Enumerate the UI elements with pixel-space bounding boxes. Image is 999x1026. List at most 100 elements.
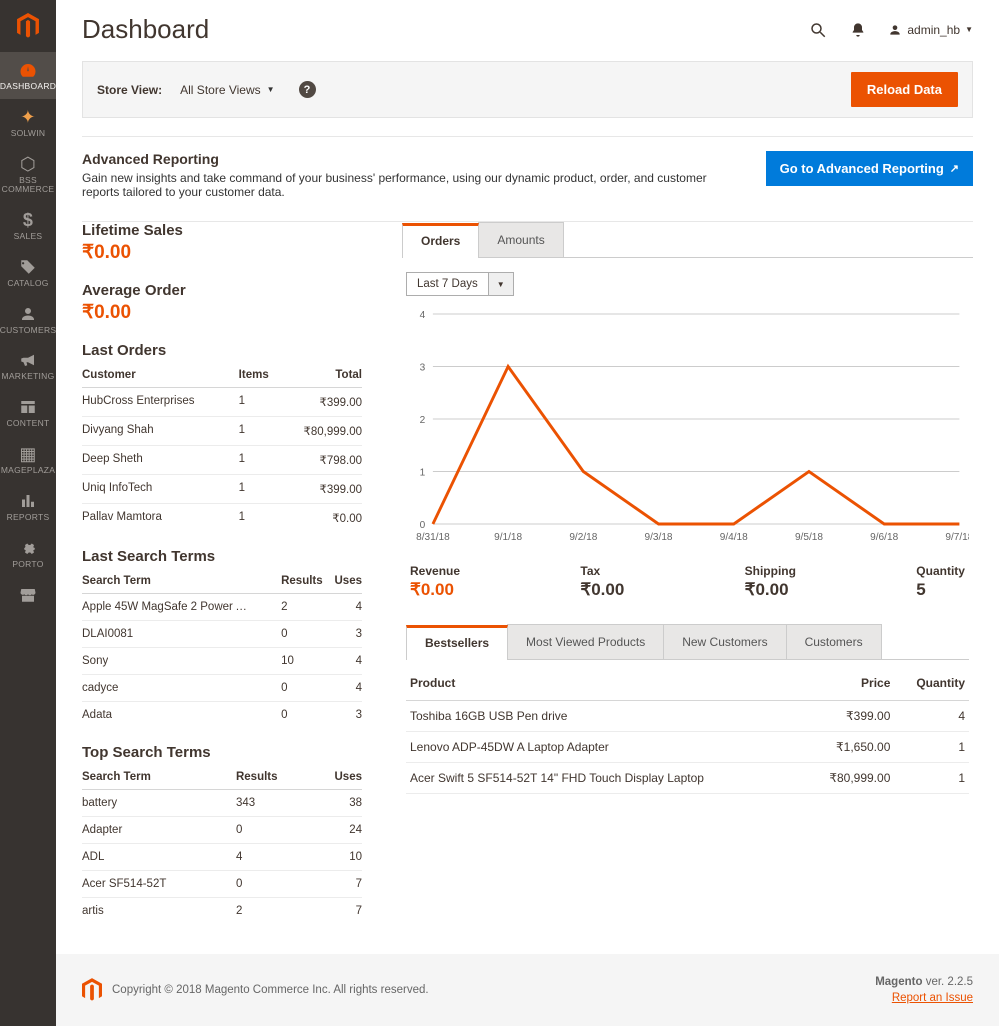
last-orders-title: Last Orders	[82, 342, 362, 359]
bell-icon[interactable]	[848, 20, 868, 40]
sidebar-item-marketing[interactable]: MARKETING	[0, 342, 56, 389]
tab-customers[interactable]: Customers	[786, 624, 882, 659]
sidebar-item-label: DASHBOARD	[0, 82, 56, 91]
table-row[interactable]: Adapter024	[82, 817, 362, 844]
puzzle-icon: ▦	[19, 445, 36, 463]
col-term: Search Term	[82, 765, 236, 790]
svg-text:8/31/18: 8/31/18	[416, 532, 450, 543]
svg-text:9/7/18: 9/7/18	[945, 532, 969, 543]
report-issue-link[interactable]: Report an Issue	[892, 992, 973, 1004]
metric-tax-value: ₹0.00	[580, 580, 624, 600]
gear-icon	[19, 539, 37, 557]
table-row[interactable]: Acer Swift 5 SF514-52T 14" FHD Touch Dis…	[406, 763, 969, 794]
svg-text:0: 0	[420, 520, 426, 531]
sidebar-item-reports[interactable]: REPORTS	[0, 483, 56, 530]
table-row[interactable]: Adata03	[82, 702, 362, 729]
table-row[interactable]: Uniq InfoTech1₹399.00	[82, 475, 362, 504]
table-row[interactable]: DLAI008103	[82, 621, 362, 648]
help-icon[interactable]: ?	[299, 81, 316, 98]
sidebar-item-solwin[interactable]: ✦ SOLWIN	[0, 99, 56, 146]
store-view-switcher[interactable]: All Store Views ▼	[180, 83, 274, 97]
sidebar-item-label: CATALOG	[7, 279, 48, 288]
search-icon[interactable]	[808, 20, 828, 40]
col-product: Product	[406, 666, 804, 701]
metric-qty-value: 5	[916, 580, 965, 600]
user-menu[interactable]: admin_hb ▼	[888, 23, 973, 37]
sidebar-item-label: REPORTS	[7, 513, 50, 522]
magento-logo-icon	[0, 0, 56, 52]
sidebar-item-mageplaza[interactable]: ▦ MAGEPLAZA	[0, 436, 56, 483]
sidebar-item-sales[interactable]: $ SALES	[0, 202, 56, 249]
advanced-reporting-button[interactable]: Go to Advanced Reporting ↗	[766, 151, 973, 186]
sidebar-item-customers[interactable]: CUSTOMERS	[0, 296, 56, 343]
sidebar-item-content[interactable]: CONTENT	[0, 389, 56, 436]
external-link-icon: ↗	[950, 162, 959, 175]
table-row[interactable]: Toshiba 16GB USB Pen drive₹399.004	[406, 701, 969, 732]
metric-shipping-label: Shipping	[745, 564, 796, 578]
tab-amounts[interactable]: Amounts	[478, 222, 563, 257]
advanced-reporting-desc: Gain new insights and take command of yo…	[82, 171, 746, 199]
advanced-reporting-title: Advanced Reporting	[82, 151, 746, 167]
sidebar-item-label: MAGEPLAZA	[1, 466, 55, 475]
reload-data-button[interactable]: Reload Data	[851, 72, 958, 107]
col-term: Search Term	[82, 569, 281, 594]
table-row[interactable]: Divyang Shah1₹80,999.00	[82, 417, 362, 446]
last-orders-table: Customer Items Total HubCross Enterprise…	[82, 363, 362, 532]
store-icon	[19, 586, 37, 604]
svg-text:9/6/18: 9/6/18	[870, 532, 898, 543]
metric-shipping-value: ₹0.00	[745, 580, 796, 600]
col-results: Results	[281, 569, 330, 594]
gauge-icon	[19, 61, 37, 79]
sidebar-item-label: BSS COMMERCE	[2, 176, 55, 194]
lifetime-sales-value: ₹0.00	[82, 241, 362, 264]
svg-text:4: 4	[420, 310, 426, 321]
tab-bestsellers[interactable]: Bestsellers	[406, 625, 508, 660]
layout-icon	[19, 398, 37, 416]
tab-orders[interactable]: Orders	[402, 223, 479, 258]
table-row[interactable]: Pallav Mamtora1₹0.00	[82, 504, 362, 533]
date-range-value: Last 7 Days	[407, 273, 488, 295]
col-uses: Uses	[312, 765, 362, 790]
table-row[interactable]: cadyce04	[82, 675, 362, 702]
table-row[interactable]: Sony104	[82, 648, 362, 675]
col-results: Results	[236, 765, 312, 790]
col-customer: Customer	[82, 363, 239, 388]
metric-revenue-label: Revenue	[410, 564, 460, 578]
sidebar-item-catalog[interactable]: CATALOG	[0, 249, 56, 296]
tab-most-viewed[interactable]: Most Viewed Products	[507, 624, 664, 659]
svg-text:2: 2	[420, 415, 426, 426]
sidebar-item-porto[interactable]: PORTO	[0, 530, 56, 577]
table-row[interactable]: Acer SF514-52T07	[82, 871, 362, 898]
svg-text:9/5/18: 9/5/18	[795, 532, 823, 543]
lifetime-sales-label: Lifetime Sales	[82, 222, 362, 239]
last-search-table: Search Term Results Uses Apple 45W MagSa…	[82, 569, 362, 728]
table-row[interactable]: Apple 45W MagSafe 2 Power A...24	[82, 594, 362, 621]
svg-text:3: 3	[420, 362, 426, 373]
bestsellers-table: Product Price Quantity Toshiba 16GB USB …	[406, 666, 969, 794]
store-view-label: Store View:	[97, 83, 162, 97]
orders-chart: 012348/31/189/1/189/2/189/3/189/4/189/5/…	[406, 306, 969, 546]
table-row[interactable]: battery34338	[82, 790, 362, 817]
date-range-select[interactable]: Last 7 Days ▼	[406, 272, 514, 296]
average-order-label: Average Order	[82, 282, 362, 299]
chevron-down-icon: ▼	[965, 25, 973, 34]
table-row[interactable]: Deep Sheth1₹798.00	[82, 446, 362, 475]
sidebar-item-stores[interactable]	[0, 577, 56, 615]
sidebar-item-label: PORTO	[12, 560, 43, 569]
sidebar-item-dashboard[interactable]: DASHBOARD	[0, 52, 56, 99]
svg-text:9/1/18: 9/1/18	[494, 532, 522, 543]
user-name: admin_hb	[907, 23, 960, 37]
col-items: Items	[239, 363, 281, 388]
table-row[interactable]: artis27	[82, 898, 362, 925]
chevron-down-icon: ▼	[267, 85, 275, 94]
grid-tabs: Bestsellers Most Viewed Products New Cus…	[406, 624, 969, 660]
col-uses: Uses	[330, 569, 362, 594]
svg-text:9/4/18: 9/4/18	[720, 532, 748, 543]
svg-text:9/3/18: 9/3/18	[645, 532, 673, 543]
tab-new-customers[interactable]: New Customers	[663, 624, 786, 659]
svg-text:9/2/18: 9/2/18	[569, 532, 597, 543]
table-row[interactable]: ADL410	[82, 844, 362, 871]
table-row[interactable]: Lenovo ADP-45DW A Laptop Adapter₹1,650.0…	[406, 732, 969, 763]
table-row[interactable]: HubCross Enterprises1₹399.00	[82, 388, 362, 417]
sidebar-item-bss[interactable]: ⬡ BSS COMMERCE	[0, 146, 56, 202]
